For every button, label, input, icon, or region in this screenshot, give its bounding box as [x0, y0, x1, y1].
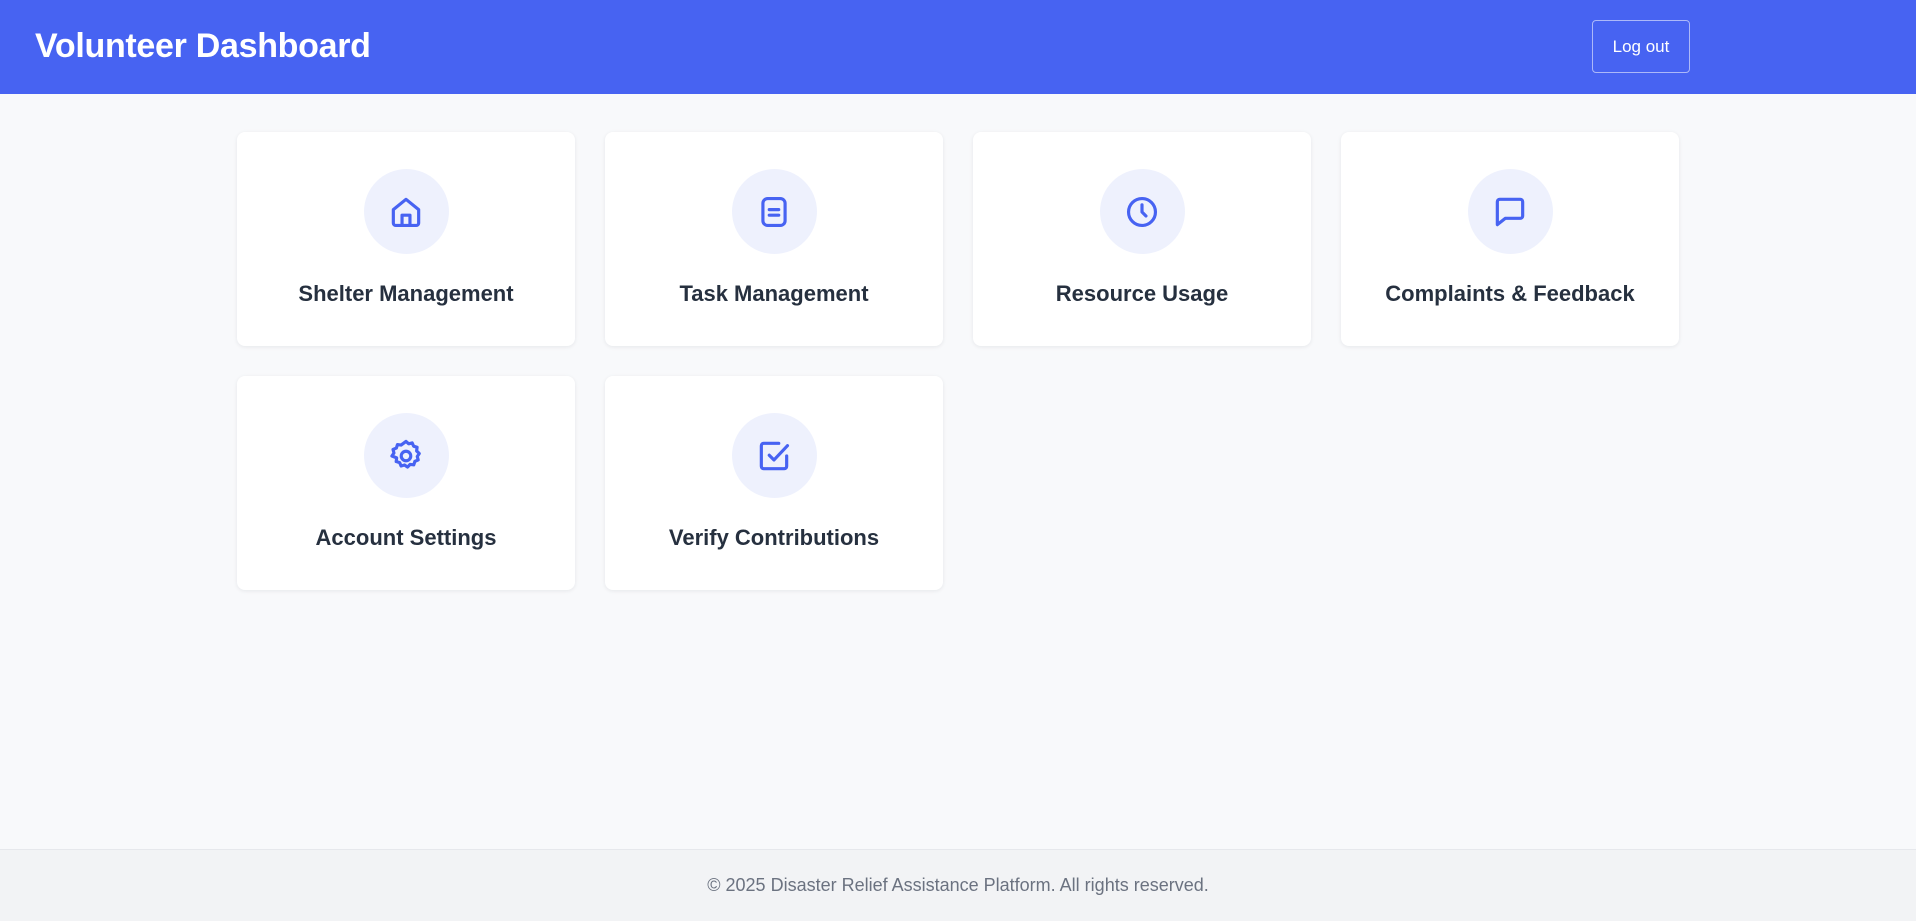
card-label: Verify Contributions: [668, 525, 880, 550]
list-icon: [761, 196, 787, 227]
icon-circle: [1467, 169, 1553, 254]
card-account-settings[interactable]: Account Settings: [237, 376, 575, 590]
card-label: Complaints & Feedback: [1385, 281, 1635, 306]
icon-circle: [363, 413, 449, 498]
card-label: Shelter Management: [298, 281, 514, 306]
card-label: Resource Usage: [1055, 281, 1229, 306]
message-icon: [1495, 197, 1525, 226]
home-icon: [391, 197, 421, 227]
card-label: Task Management: [679, 281, 869, 306]
footer-copyright: © 2025 Disaster Relief Assistance Platfo…: [707, 875, 1209, 895]
dashboard-grid: Shelter Management Task Management Resou…: [237, 132, 1679, 590]
check-square-icon: [759, 441, 790, 470]
icon-circle: [731, 413, 817, 498]
footer: © 2025 Disaster Relief Assistance Platfo…: [0, 849, 1916, 921]
card-resource-usage[interactable]: Resource Usage: [973, 132, 1311, 346]
icon-circle: [1099, 169, 1185, 254]
card-complaints-feedback[interactable]: Complaints & Feedback: [1341, 132, 1679, 346]
icon-circle: [731, 169, 817, 254]
gear-icon: [390, 439, 421, 469]
page-title: Volunteer Dashboard: [35, 27, 371, 65]
card-task-management[interactable]: Task Management: [605, 132, 943, 346]
clock-icon: [1126, 196, 1158, 227]
card-verify-contributions[interactable]: Verify Contributions: [605, 376, 943, 590]
card-label: Account Settings: [315, 525, 497, 550]
top-header: Volunteer Dashboard Log out: [0, 0, 1916, 94]
icon-circle: [363, 169, 449, 254]
logout-button[interactable]: Log out: [1592, 20, 1690, 73]
card-shelter-management[interactable]: Shelter Management: [237, 132, 575, 346]
